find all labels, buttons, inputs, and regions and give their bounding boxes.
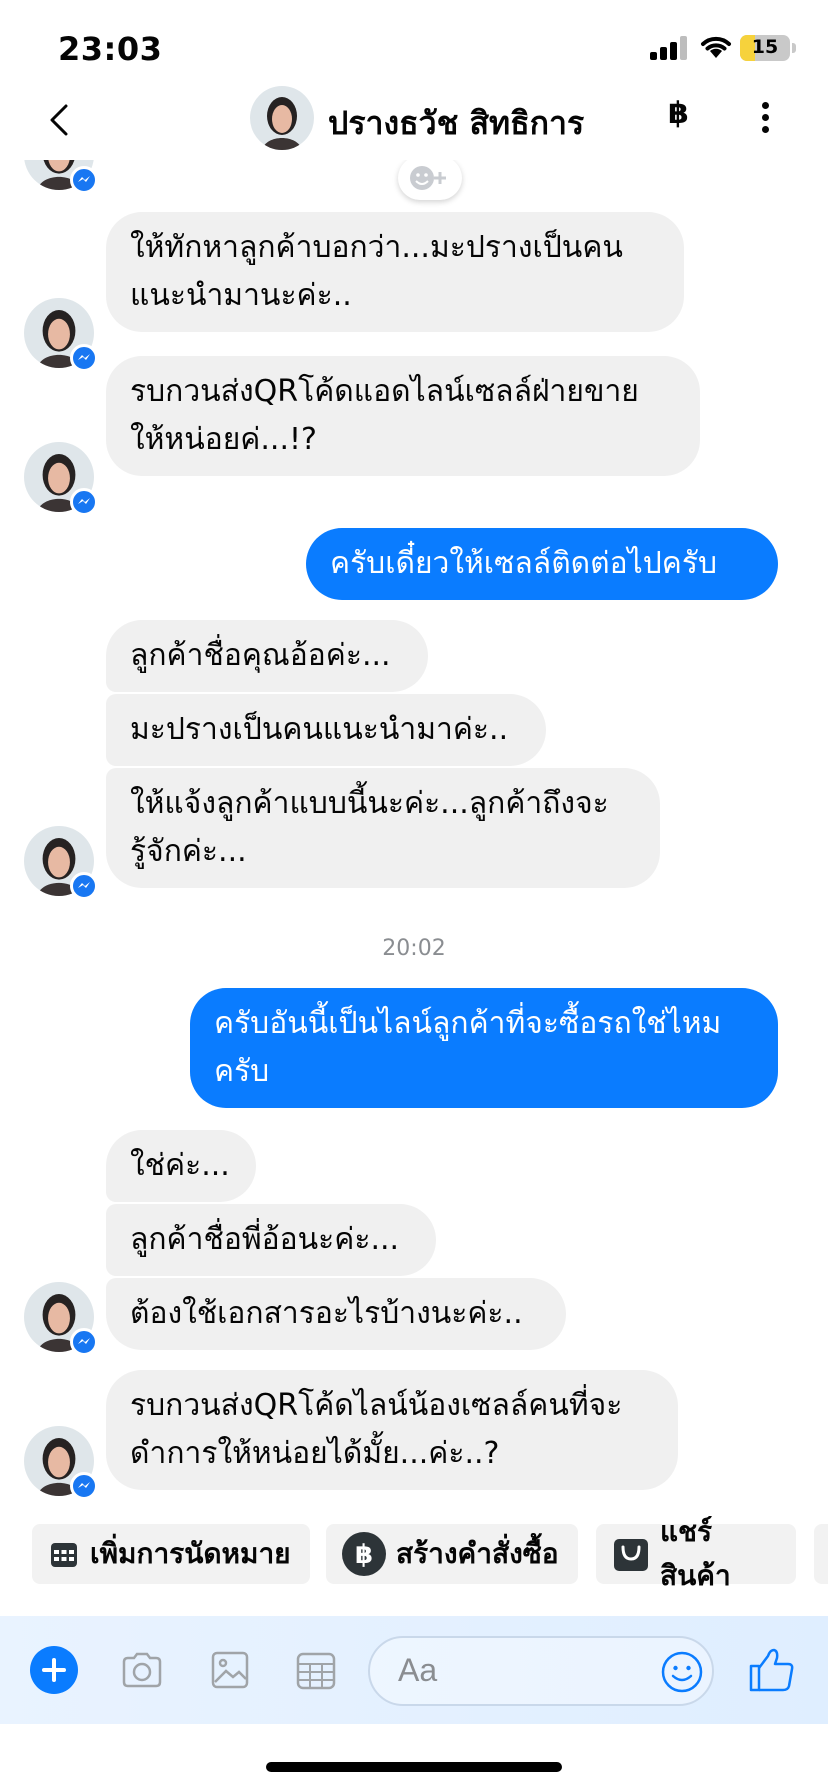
message-line: ครับ [214,1054,270,1089]
message-line: ให้ทักหาลูกค้าบอกว่า...มะปรางเป็นคน [130,230,623,265]
baht-icon[interactable]: ฿ [668,96,689,131]
camera-icon[interactable] [118,1646,166,1694]
calendar-icon[interactable] [292,1646,340,1694]
share-product-button[interactable]: แชร์สินค้า [596,1515,796,1592]
chip-label: สร้างคำสั่งซื้อ [396,1537,559,1570]
message-line: ลูกค้าชื่อพี่อ้อนะค่ะ... [130,1222,400,1257]
message-line: ให้หน่อยค่...!? [130,422,317,457]
message-bubble[interactable]: ต้องใช้เอกสารอะไรบ้างนะค่ะ.. [106,1278,566,1350]
add-attachment-button[interactable] [30,1646,78,1694]
conversation[interactable]: ให้ทักหาลูกค้าบอกว่า...มะปรางเป็นคน แนะน… [0,160,828,1500]
cellular-signal-icon [650,36,690,60]
contact-avatar[interactable] [250,86,314,150]
message-composer: Aa [0,1616,828,1724]
status-time: 23:03 [58,30,163,68]
messenger-badge-icon [70,344,98,372]
sender-avatar[interactable] [24,442,98,516]
wifi-icon [701,36,731,58]
add-appointment-button[interactable]: เพิ่มการนัดหมาย [32,1524,310,1584]
battery-level: 15 [751,36,779,58]
gallery-icon[interactable] [206,1646,254,1694]
message-line: รบกวนส่งQRโค้ดแอดไลน์เซลล์ฝ่ายขาย [130,374,639,409]
message-bubble[interactable]: มะปรางเป็นคนแนะนำมาค่ะ.. [106,694,546,766]
svg-text:฿: ฿ [355,1540,373,1570]
baht-icon: ฿ [342,1532,386,1576]
sender-avatar [24,160,98,194]
thumbs-up-icon[interactable] [746,1644,798,1696]
message-line: รู้จักค่ะ... [130,834,247,869]
create-order-button[interactable]: ฿ สร้างคำสั่งซื้อ [326,1524,578,1584]
more-options-icon[interactable] [756,98,776,138]
chip-label: แชร์สินค้า [660,1515,731,1592]
message-bubble[interactable]: รบกวนส่งQRโค้ดไลน์น้องเซลล์คนที่จะ ดำการ… [106,1370,678,1490]
message-input[interactable]: Aa [368,1636,714,1706]
sender-avatar[interactable] [24,826,98,900]
chip-label: เพิ่มการนัดหมาย [90,1537,291,1570]
message-line: แนะนำมานะค่ะ.. [130,278,352,313]
battery-tip [792,43,796,53]
message-bubble[interactable]: ให้ทักหาลูกค้าบอกว่า...มะปรางเป็นคน แนะน… [106,212,684,332]
message-bubble[interactable]: ลูกค้าชื่อคุณอ้อค่ะ... [106,620,428,692]
sender-avatar[interactable] [24,298,98,372]
more-quick-action-chip[interactable] [814,1524,828,1584]
message-bubble-outgoing[interactable]: ครับอันนี้เป็นไลน์ลูกค้าที่จะซื้อรถใช่ไห… [190,988,778,1108]
sender-avatar[interactable] [24,1426,98,1500]
battery-icon: 15 [740,35,790,61]
message-line: ให้แจ้งลูกค้าแบบนี้นะค่ะ...ลูกค้าถึงจะ [130,786,609,821]
message-timestamp: 20:02 [382,936,446,961]
messenger-badge-icon [70,1472,98,1500]
sender-avatar[interactable] [24,1282,98,1356]
message-line: ลูกค้าชื่อคุณอ้อค่ะ... [130,638,391,673]
calendar-icon [51,1543,77,1567]
message-bubble[interactable]: ใช่ค่ะ... [106,1130,256,1202]
message-bubble[interactable]: ให้แจ้งลูกค้าแบบนี้นะค่ะ...ลูกค้าถึงจะ ร… [106,768,660,888]
add-reaction-button[interactable] [398,160,462,200]
quick-actions-bar: เพิ่มการนัดหมาย ฿ สร้างคำสั่งซื้อ แชร์สิ… [0,1515,828,1592]
message-line: รบกวนส่งQRโค้ดไลน์น้องเซลล์คนที่จะ [130,1388,623,1423]
message-line: ครับอันนี้เป็นไลน์ลูกค้าที่จะซื้อรถใช่ไห… [214,1006,722,1041]
back-button[interactable] [40,98,80,142]
emoji-icon[interactable] [660,1650,704,1694]
chat-header: ปรางธวัช สิทธิการ ฿ [0,80,828,160]
messenger-badge-icon [70,166,98,194]
messenger-badge-icon [70,488,98,516]
messenger-badge-icon [70,872,98,900]
message-input-placeholder: Aa [398,1652,438,1688]
message-line: ครับเดี๋ยวให้เซลล์ติดต่อไปครับ [330,546,718,581]
message-bubble[interactable]: รบกวนส่งQRโค้ดแอดไลน์เซลล์ฝ่ายขาย ให้หน่… [106,356,700,476]
message-line: ดำการให้หน่อยได้มั้ย...ค่ะ..? [130,1436,500,1471]
messenger-badge-icon [70,1328,98,1356]
contact-name[interactable]: ปรางธวัช สิทธิการ [328,98,584,149]
message-bubble[interactable]: ลูกค้าชื่อพี่อ้อนะค่ะ... [106,1204,436,1276]
message-bubble-outgoing[interactable]: ครับเดี๋ยวให้เซลล์ติดต่อไปครับ [306,528,778,600]
message-line: ต้องใช้เอกสารอะไรบ้างนะค่ะ.. [130,1296,523,1331]
home-indicator [266,1762,562,1772]
shopping-bag-icon [614,1539,648,1571]
message-line: ใช่ค่ะ... [130,1148,230,1183]
message-line: มะปรางเป็นคนแนะนำมาค่ะ.. [130,712,509,747]
